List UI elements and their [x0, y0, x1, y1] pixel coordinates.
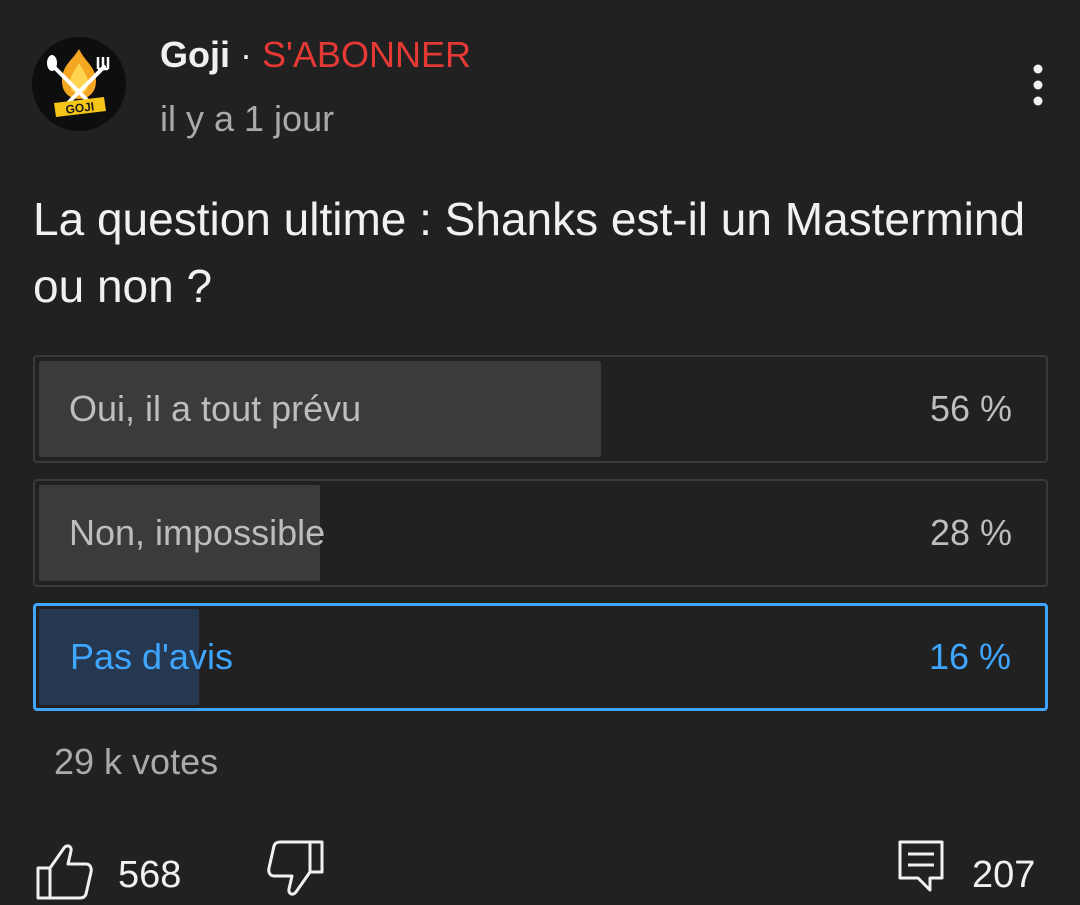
channel-name[interactable]: Goji [160, 34, 230, 75]
comments-button[interactable] [896, 838, 946, 894]
goji-logo-icon: GOJI [32, 37, 126, 131]
poll-option-label: Oui, il a tout prévu [69, 388, 362, 429]
separator-dot: · [240, 34, 253, 75]
channel-line: Goji · S'ABONNER [160, 33, 471, 77]
comment-icon [898, 840, 944, 892]
thumbs-up-icon [36, 844, 93, 900]
dislike-button[interactable] [266, 838, 326, 898]
poll: Oui, il a tout prévu 56 % Non, impossibl… [33, 355, 1048, 727]
poll-option-percent: 28 % [929, 512, 1012, 553]
more-vertical-icon [1033, 64, 1043, 106]
poll-vote-count: 29 k votes [54, 741, 219, 782]
post-header: GOJI Goji · S'ABONNER il y a 1 jour [0, 0, 1080, 160]
subscribe-button[interactable]: S'ABONNER [262, 34, 471, 75]
poll-option-percent: 56 % [929, 388, 1012, 429]
poll-option-label: Non, impossible [69, 512, 326, 553]
like-count: 568 [118, 854, 182, 896]
poll-option[interactable]: Non, impossible 28 % [33, 479, 1048, 587]
post-timestamp: il y a 1 jour [160, 98, 335, 139]
post-text: La question ultime : Shanks est-il un Ma… [33, 193, 1026, 312]
poll-option-percent: 16 % [928, 636, 1011, 677]
action-bar: 568 207 [0, 830, 1080, 900]
channel-avatar[interactable]: GOJI [32, 37, 126, 131]
poll-option-label: Pas d'avis [70, 636, 233, 677]
like-button[interactable] [34, 840, 94, 900]
thumbs-down-icon [267, 840, 324, 896]
more-options-button[interactable] [1016, 60, 1060, 110]
poll-option[interactable]: Pas d'avis 16 % [33, 603, 1048, 711]
comment-count: 207 [972, 854, 1036, 896]
poll-option[interactable]: Oui, il a tout prévu 56 % [33, 355, 1048, 463]
